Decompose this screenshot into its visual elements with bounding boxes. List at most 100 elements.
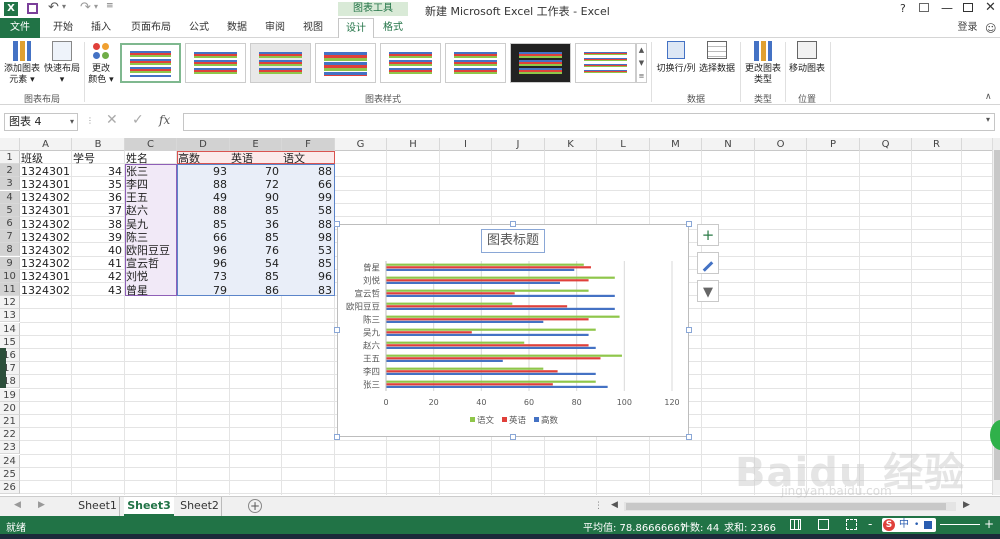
table-cell[interactable]: 49: [178, 191, 229, 204]
chart-handle[interactable]: [334, 434, 340, 440]
table-cell[interactable]: 86: [231, 284, 281, 297]
table-cell[interactable]: 85: [283, 257, 334, 270]
header-cell[interactable]: 姓名: [126, 152, 176, 165]
tab-split-icon[interactable]: ⋮: [594, 501, 603, 511]
table-cell[interactable]: 90: [231, 191, 281, 204]
table-cell[interactable]: 李四: [126, 178, 176, 191]
table-cell[interactable]: 1324302: [21, 257, 71, 270]
table-cell[interactable]: 1324302: [21, 244, 71, 257]
chart-styles-button[interactable]: [697, 252, 719, 274]
header-cell[interactable]: 班级: [21, 152, 71, 165]
side-panel-tab[interactable]: [0, 348, 6, 388]
sheet-tab-1[interactable]: Sheet1: [76, 497, 120, 516]
horizontal-scroll-thumb[interactable]: [626, 503, 946, 510]
legend-label: 高数: [541, 415, 559, 426]
table-cell[interactable]: 欧阳豆豆: [126, 244, 176, 257]
table-cell[interactable]: 陈三: [126, 231, 176, 244]
sheet-tab-2[interactable]: Sheet2: [178, 497, 222, 516]
table-cell[interactable]: 41: [73, 257, 124, 270]
table-cell[interactable]: 37: [73, 204, 124, 217]
table-cell[interactable]: 93: [178, 165, 229, 178]
table-cell[interactable]: 85: [231, 231, 281, 244]
table-cell[interactable]: 36: [231, 218, 281, 231]
table-cell[interactable]: 85: [178, 218, 229, 231]
header-cell[interactable]: 英语: [231, 152, 281, 165]
table-cell[interactable]: 58: [283, 204, 334, 217]
table-cell[interactable]: 张三: [126, 165, 176, 178]
table-cell[interactable]: 96: [283, 270, 334, 283]
zoom-in-button[interactable]: +: [984, 517, 994, 531]
h-scroll-left-icon[interactable]: ◀: [611, 500, 618, 510]
table-cell[interactable]: 88: [283, 165, 334, 178]
table-cell[interactable]: 1324301: [21, 178, 71, 191]
table-cell[interactable]: 66: [178, 231, 229, 244]
table-cell[interactable]: 40: [73, 244, 124, 257]
table-cell[interactable]: 88: [178, 204, 229, 217]
table-cell[interactable]: 66: [283, 178, 334, 191]
chart-handle[interactable]: [510, 434, 516, 440]
zoom-slider[interactable]: [940, 524, 980, 525]
zoom-out-button[interactable]: -: [868, 517, 872, 531]
table-cell[interactable]: 1324302: [21, 191, 71, 204]
table-cell[interactable]: 83: [283, 284, 334, 297]
table-cell[interactable]: 88: [283, 218, 334, 231]
next-sheet-icon[interactable]: ▶: [38, 500, 45, 510]
table-cell[interactable]: 刘悦: [126, 270, 176, 283]
table-cell[interactable]: 宣云哲: [126, 257, 176, 270]
chart-elements-button[interactable]: +: [697, 224, 719, 246]
table-cell[interactable]: 53: [283, 244, 334, 257]
header-cell[interactable]: 学号: [73, 152, 124, 165]
table-cell[interactable]: 88: [178, 178, 229, 191]
table-cell[interactable]: 70: [231, 165, 281, 178]
table-cell[interactable]: 王五: [126, 191, 176, 204]
table-cell[interactable]: 72: [231, 178, 281, 191]
table-cell[interactable]: 96: [178, 244, 229, 257]
table-cell[interactable]: 1324302: [21, 231, 71, 244]
chart-handle[interactable]: [686, 221, 692, 227]
bar: [386, 359, 503, 362]
table-cell[interactable]: 1324302: [21, 218, 71, 231]
table-cell[interactable]: 吴九: [126, 218, 176, 231]
header-cell[interactable]: 语文: [283, 152, 334, 165]
table-cell[interactable]: 36: [73, 191, 124, 204]
chart-filters-button[interactable]: ▼: [697, 280, 719, 302]
header-cell[interactable]: 高数: [178, 152, 229, 165]
table-cell[interactable]: 赵六: [126, 204, 176, 217]
chart-title-box[interactable]: 图表标题: [481, 229, 545, 253]
new-sheet-button[interactable]: +: [248, 499, 262, 513]
table-cell[interactable]: 98: [283, 231, 334, 244]
chart-handle[interactable]: [686, 434, 692, 440]
normal-view-icon[interactable]: [790, 519, 801, 530]
table-cell[interactable]: 1324302: [21, 284, 71, 297]
sheet-tab-3[interactable]: Sheet3: [124, 497, 174, 516]
table-cell[interactable]: 34: [73, 165, 124, 178]
prev-sheet-icon[interactable]: ◀: [14, 500, 21, 510]
ime-badge[interactable]: S 中 •: [882, 518, 936, 532]
table-cell[interactable]: 39: [73, 231, 124, 244]
page-break-view-icon[interactable]: [846, 519, 857, 530]
table-cell[interactable]: 1324301: [21, 204, 71, 217]
table-cell[interactable]: 85: [231, 204, 281, 217]
chart-handle[interactable]: [686, 327, 692, 333]
chart[interactable]: 0 20 40 60 80 100 120 张三 李四 王五 赵六 吴九 陈三 欧阳豆豆 宣云哲 刘悦 曾星 语文…: [337, 224, 689, 437]
table-cell[interactable]: 73: [178, 270, 229, 283]
chart-handle[interactable]: [334, 221, 340, 227]
table-cell[interactable]: 99: [283, 191, 334, 204]
horizontal-scrollbar[interactable]: [624, 502, 956, 511]
h-scroll-right-icon[interactable]: ▶: [963, 500, 970, 510]
table-cell[interactable]: 1324301: [21, 165, 71, 178]
table-cell[interactable]: 曾星: [126, 284, 176, 297]
table-cell[interactable]: 76: [231, 244, 281, 257]
table-cell[interactable]: 85: [231, 270, 281, 283]
table-cell[interactable]: 54: [231, 257, 281, 270]
chart-handle[interactable]: [510, 221, 516, 227]
table-cell[interactable]: 43: [73, 284, 124, 297]
table-cell[interactable]: 96: [178, 257, 229, 270]
table-cell[interactable]: 35: [73, 178, 124, 191]
table-cell[interactable]: 79: [178, 284, 229, 297]
chart-handle[interactable]: [334, 327, 340, 333]
table-cell[interactable]: 1324301: [21, 270, 71, 283]
table-cell[interactable]: 38: [73, 218, 124, 231]
table-cell[interactable]: 42: [73, 270, 124, 283]
page-layout-view-icon[interactable]: [818, 519, 829, 530]
